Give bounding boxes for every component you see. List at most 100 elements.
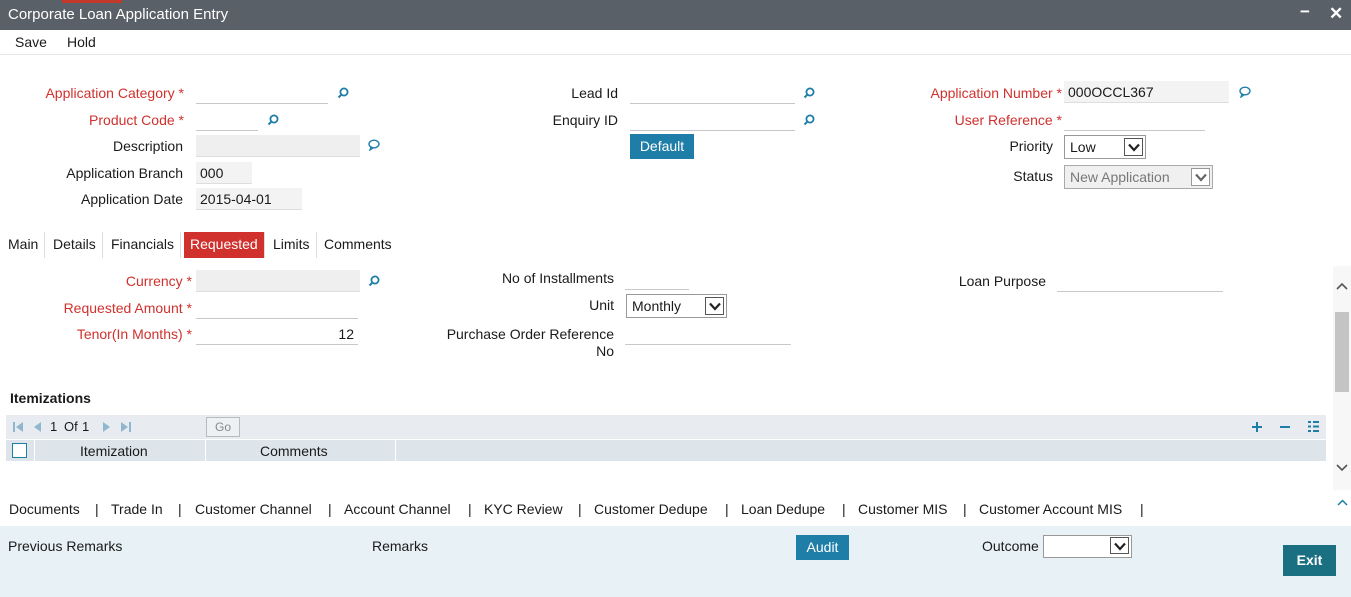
outcome-select[interactable] xyxy=(1043,535,1132,558)
requested-amount-label: Requested Amount * xyxy=(63,300,192,316)
application-number-label: Application Number * xyxy=(930,85,1062,101)
select-all-checkbox[interactable] xyxy=(12,443,27,458)
comment-icon[interactable] xyxy=(368,139,380,151)
application-branch-input xyxy=(196,162,252,184)
scroll-up-icon[interactable] xyxy=(1336,282,1348,290)
next-page-icon[interactable] xyxy=(102,421,112,433)
audit-button[interactable]: Audit xyxy=(796,535,849,560)
kyc-review-link[interactable]: KYC Review xyxy=(484,501,563,517)
application-date-input xyxy=(196,188,302,210)
column-header-comments[interactable]: Comments xyxy=(260,443,328,459)
vertical-scrollbar[interactable] xyxy=(1333,266,1351,490)
search-icon[interactable] xyxy=(368,275,380,287)
page-of: Of xyxy=(64,419,78,434)
separator: | xyxy=(178,501,182,517)
column-divider xyxy=(34,440,35,461)
tab-main[interactable]: Main xyxy=(2,232,46,258)
hold-menu-item[interactable]: Hold xyxy=(67,34,96,50)
last-page-icon[interactable] xyxy=(120,421,132,433)
chevron-down-icon xyxy=(1124,138,1143,156)
itemizations-toolbar: 1 Of 1 Go xyxy=(6,415,1326,439)
requested-amount-input[interactable] xyxy=(196,297,358,319)
separator: | xyxy=(578,501,582,517)
priority-select[interactable]: Low xyxy=(1064,135,1146,159)
go-button[interactable]: Go xyxy=(206,417,240,437)
priority-label: Priority xyxy=(1009,138,1053,154)
chevron-up-icon[interactable] xyxy=(1337,499,1348,506)
scroll-down-icon[interactable] xyxy=(1336,464,1348,472)
application-date-label: Application Date xyxy=(81,191,183,207)
remarks-link[interactable]: Remarks xyxy=(372,538,428,554)
delete-row-icon[interactable] xyxy=(1279,421,1291,433)
customer-channel-link[interactable]: Customer Channel xyxy=(195,501,312,517)
customer-mis-link[interactable]: Customer MIS xyxy=(858,501,947,517)
menu-bar: Save Hold xyxy=(0,30,1351,55)
product-code-input[interactable] xyxy=(196,109,258,131)
footer-navigation: Documents | Trade In | Customer Channel … xyxy=(0,493,1351,525)
trade-in-link[interactable]: Trade In xyxy=(111,501,163,517)
tab-financials[interactable]: Financials xyxy=(105,232,182,258)
search-icon[interactable] xyxy=(803,114,815,126)
scrollbar-thumb[interactable] xyxy=(1335,312,1349,392)
previous-page-icon[interactable] xyxy=(32,421,42,433)
lead-id-input[interactable] xyxy=(630,82,795,104)
tab-requested[interactable]: Requested xyxy=(184,232,265,258)
product-code-label: Product Code * xyxy=(89,112,184,128)
title-accent xyxy=(62,0,122,3)
window-title: Corporate Loan Application Entry xyxy=(8,6,229,23)
first-page-icon[interactable] xyxy=(12,421,24,433)
description-label: Description xyxy=(112,138,183,154)
separator: | xyxy=(95,501,99,517)
unit-label: Unit xyxy=(589,297,614,313)
lead-id-label: Lead Id xyxy=(571,85,618,101)
status-select: New Application xyxy=(1064,165,1213,189)
status-label: Status xyxy=(1013,168,1053,184)
loan-dedupe-link[interactable]: Loan Dedupe xyxy=(741,501,825,517)
user-reference-input[interactable] xyxy=(1064,109,1205,131)
column-divider xyxy=(395,440,396,461)
view-details-icon[interactable] xyxy=(1307,420,1320,433)
customer-account-mis-link[interactable]: Customer Account MIS xyxy=(979,501,1122,517)
itemizations-header-row: Itemization Comments xyxy=(6,440,1326,461)
currency-input[interactable] xyxy=(196,270,360,292)
search-icon[interactable] xyxy=(803,87,815,99)
documents-link[interactable]: Documents xyxy=(9,501,80,517)
tenor-input[interactable] xyxy=(196,323,358,345)
installments-label: No of Installments xyxy=(501,270,614,286)
tab-details[interactable]: Details xyxy=(47,232,103,258)
application-category-input[interactable] xyxy=(196,82,328,104)
previous-remarks-link[interactable]: Previous Remarks xyxy=(8,538,122,554)
comment-icon[interactable] xyxy=(1239,86,1251,98)
loan-purpose-input[interactable] xyxy=(1057,270,1223,292)
account-channel-link[interactable]: Account Channel xyxy=(344,501,451,517)
chevron-down-icon xyxy=(705,297,724,315)
loan-purpose-label: Loan Purpose xyxy=(958,273,1046,289)
enquiry-id-input[interactable] xyxy=(630,109,795,131)
chevron-down-icon xyxy=(1191,168,1210,186)
column-header-itemization[interactable]: Itemization xyxy=(80,443,148,459)
user-reference-label: User Reference * xyxy=(954,112,1062,128)
search-icon[interactable] xyxy=(337,87,349,99)
tab-limits[interactable]: Limits xyxy=(267,232,317,258)
footer-panel: Previous Remarks Remarks Audit Outcome E… xyxy=(0,526,1351,597)
status-value: New Application xyxy=(1070,169,1170,185)
po-reference-input[interactable] xyxy=(625,323,791,345)
currency-label: Currency * xyxy=(125,273,192,289)
separator: | xyxy=(963,501,967,517)
priority-value: Low xyxy=(1070,139,1096,155)
save-menu-item[interactable]: Save xyxy=(15,34,47,50)
application-branch-label: Application Branch xyxy=(66,165,183,181)
exit-button[interactable]: Exit xyxy=(1283,545,1336,576)
add-row-icon[interactable] xyxy=(1251,421,1263,433)
tab-comments[interactable]: Comments xyxy=(318,232,398,258)
default-button[interactable]: Default xyxy=(630,134,694,159)
unit-select[interactable]: Monthly xyxy=(626,294,727,318)
itemizations-title: Itemizations xyxy=(10,390,91,406)
chevron-down-icon xyxy=(1110,537,1129,554)
minimize-button[interactable]: − xyxy=(1300,2,1310,22)
installments-input[interactable] xyxy=(625,268,689,290)
close-button[interactable]: ✕ xyxy=(1329,4,1343,24)
customer-dedupe-link[interactable]: Customer Dedupe xyxy=(594,501,708,517)
po-reference-label: Purchase Order Reference No xyxy=(446,326,614,359)
search-icon[interactable] xyxy=(267,114,279,126)
